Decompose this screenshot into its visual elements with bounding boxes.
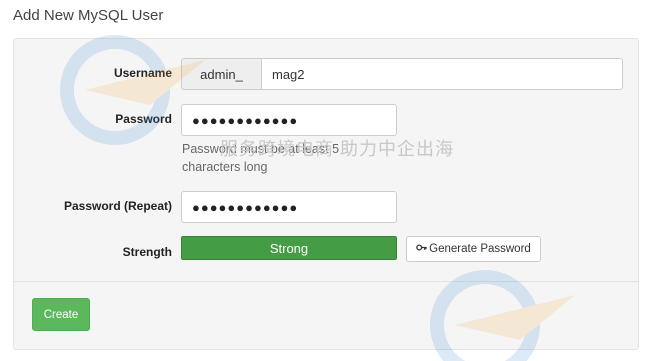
page-title: Add New MySQL User xyxy=(13,7,164,24)
username-prefix: admin_ xyxy=(181,58,261,90)
generate-password-button[interactable]: Generate Password xyxy=(406,236,541,262)
create-button[interactable]: Create xyxy=(32,298,90,331)
password-repeat-input[interactable]: ●●●●●●●●●●●● xyxy=(181,191,397,223)
password-input[interactable]: ●●●●●●●●●●●● xyxy=(181,104,397,136)
password-repeat-label: Password (Repeat) xyxy=(63,199,172,213)
panel-divider xyxy=(14,281,638,282)
password-help-text: Password must be at least 5 characters l… xyxy=(182,142,340,174)
password-value: ●●●●●●●●●●●● xyxy=(192,112,299,128)
password-label: Password xyxy=(115,112,172,126)
strength-label: Strength xyxy=(122,245,172,259)
strength-meter: Strong xyxy=(181,236,397,260)
password-repeat-value: ●●●●●●●●●●●● xyxy=(192,199,299,215)
username-input[interactable]: mag2 xyxy=(261,58,623,90)
add-user-panel: Username admin_ mag2 Password ●●●●●●●●●●… xyxy=(13,38,639,350)
key-icon xyxy=(416,242,427,256)
username-label: Username xyxy=(113,66,172,80)
generate-password-label: Generate Password xyxy=(429,243,531,255)
